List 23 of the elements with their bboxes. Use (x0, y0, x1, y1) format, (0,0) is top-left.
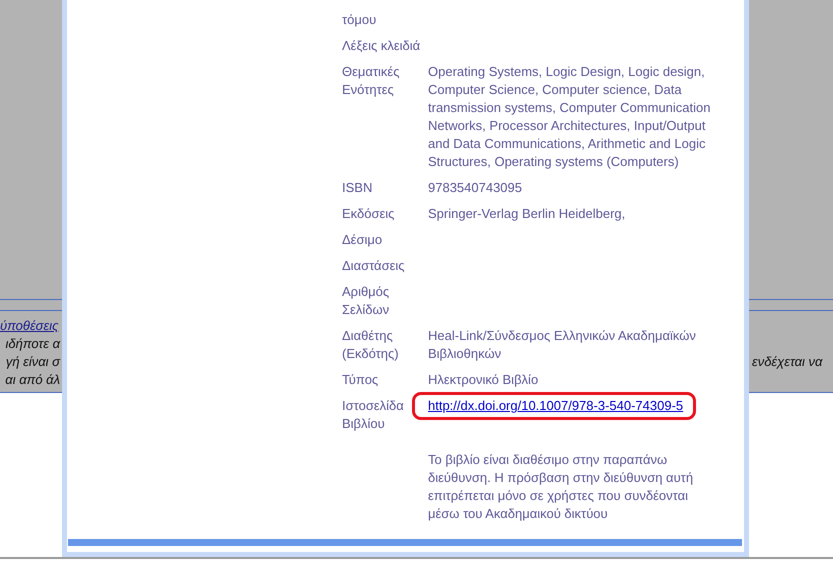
background-text: ιδήποτε α (5, 335, 60, 353)
field-value: Heal-Link/Σύνδεσμος Ελληνικών Ακαδημαϊκών Βιβλιοθηκών (428, 327, 697, 363)
background-link[interactable]: ύποθέσεις (0, 317, 58, 335)
field-value: 9783540743095 (428, 179, 523, 197)
field-label: Ιστοσελίδα Βιβλίου (342, 397, 405, 433)
field-value: Operating Systems, Logic Design, Logic design, Computer Science, Computer science, Data transmission systems, Computer Communication Networks, Processor Architectures, Input/Output and Data Communications, Arithmetic and Logic Structures, Operating systems (Computers) (428, 63, 712, 171)
field-label: Διαστάσεις (342, 257, 406, 275)
field-label: τόμου (342, 11, 378, 29)
field-value: Ηλεκτρονικό Βιβλίο (428, 371, 540, 389)
background-text: αι από άλ (5, 371, 60, 389)
book-link[interactable]: http://dx.doi.org/10.1007/978-3-540-74309-5 (428, 398, 684, 413)
background-text: γή είναι σ (6, 353, 60, 371)
field-label: Τύπος (342, 371, 380, 389)
field-label: Δέσιμο (342, 231, 384, 249)
availability-note: Το βιβλίο είναι διαθέσιμο στην παραπάνω διεύθυνση. Η πρόσβαση στην διεύθυνση αυτή επιτρέπεται μόνο σε χρήστες που συνδέονται μέσω του Ακαδημαικού δικτύου (428, 451, 694, 523)
background-text: ενδέχεται να (752, 353, 822, 371)
field-label: Λέξεις κλειδιά (342, 37, 422, 55)
field-label: Εκδόσεις (342, 205, 396, 223)
field-label: Διαθέτης (Εκδότης) (342, 327, 400, 363)
field-value: Springer-Verlag Berlin Heidelberg, (428, 205, 626, 223)
field-label: Αριθμός Σελίδων (342, 283, 390, 319)
field-label: ISBN (342, 179, 374, 197)
field-label: Θεματικές Ενότητες (342, 63, 400, 99)
